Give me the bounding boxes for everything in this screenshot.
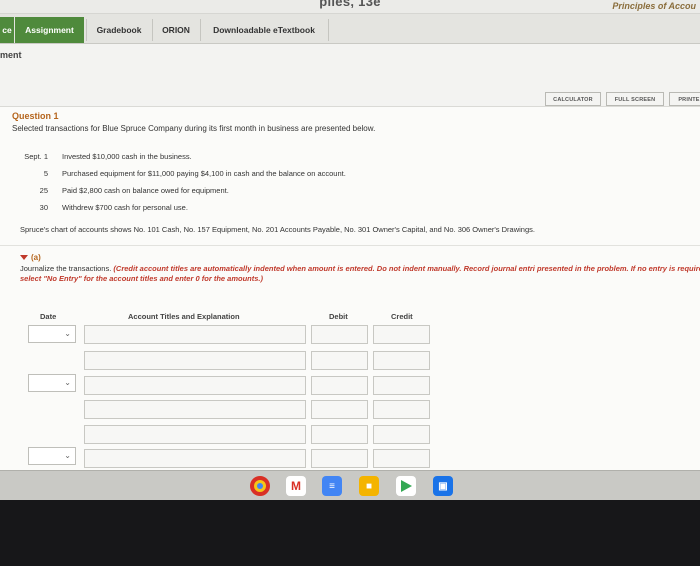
credit-input[interactable] xyxy=(373,325,430,344)
collapse-caret-icon xyxy=(20,255,28,261)
debit-input[interactable] xyxy=(311,449,368,468)
transaction-text: Purchased equipment for $11,000 paying $… xyxy=(62,169,346,178)
calculator-button[interactable]: CALCULATOR xyxy=(545,92,601,106)
chrome-icon[interactable] xyxy=(250,476,270,496)
account-title-input[interactable] xyxy=(84,425,306,444)
date-select[interactable]: ⌄ xyxy=(28,374,76,392)
debit-input[interactable] xyxy=(311,376,368,395)
question-panel: Question 1 Selected transactions for Blu… xyxy=(0,106,700,478)
nav-divider xyxy=(200,19,201,41)
browser-screen: piles, 13e Principles of Accou ce Assign… xyxy=(0,0,700,500)
question-title: Question 1 xyxy=(12,111,59,121)
part-a-instructions: Journalize the transactions. (Credit acc… xyxy=(20,264,700,283)
nav-divider xyxy=(152,19,153,41)
tab-gradebook[interactable]: Gradebook xyxy=(88,17,150,43)
chevron-down-icon: ⌄ xyxy=(64,451,71,460)
tab-orion[interactable]: ORION xyxy=(154,17,198,43)
transaction-date: 5 xyxy=(43,169,48,178)
part-a-toggle[interactable]: (a) xyxy=(20,253,41,262)
credit-input[interactable] xyxy=(373,376,430,395)
chevron-down-icon: ⌄ xyxy=(64,329,71,338)
play-store-icon[interactable] xyxy=(396,476,416,496)
account-title-input[interactable] xyxy=(84,449,306,468)
credit-input[interactable] xyxy=(373,400,430,419)
question-intro: Selected transactions for Blue Spruce Co… xyxy=(12,124,376,133)
credit-input[interactable] xyxy=(373,351,430,370)
os-taskbar: M ≡ ■ ▣ xyxy=(0,470,700,500)
tab-assignment[interactable]: Assignment xyxy=(15,17,84,43)
account-title-input[interactable] xyxy=(84,376,306,395)
tab-downloadable-etextbook[interactable]: Downloadable eTextbook xyxy=(202,17,326,43)
laptop-bezel xyxy=(0,500,700,566)
docs-icon[interactable]: ≡ xyxy=(322,476,342,496)
nav-divider xyxy=(328,19,329,41)
credit-input[interactable] xyxy=(373,449,430,468)
nav-divider xyxy=(86,19,87,41)
full-screen-button[interactable]: FULL SCREEN xyxy=(606,92,664,106)
debit-input[interactable] xyxy=(311,325,368,344)
date-select[interactable]: ⌄ xyxy=(28,447,76,465)
transaction-text: Paid $2,800 cash on balance owed for equ… xyxy=(62,186,229,195)
column-header-credit: Credit xyxy=(391,312,413,321)
transaction-text: Invested $10,000 cash in the business. xyxy=(62,152,192,161)
slides-icon[interactable]: ■ xyxy=(359,476,379,496)
tab-prev-stub[interactable]: ce xyxy=(0,17,14,43)
transaction-date: Sept. 1 xyxy=(24,152,48,161)
transaction-date: 25 xyxy=(39,186,48,195)
column-header-date: Date xyxy=(40,312,57,321)
date-select[interactable]: ⌄ xyxy=(28,325,76,343)
column-header-account: Account Titles and Explanation xyxy=(128,312,240,321)
chart-of-accounts-note: Spruce's chart of accounts shows No. 101… xyxy=(20,225,535,234)
debit-input[interactable] xyxy=(311,425,368,444)
print-button[interactable]: PRINTE xyxy=(669,92,700,106)
debit-input[interactable] xyxy=(311,400,368,419)
course-title: Principles of Accou xyxy=(612,1,696,11)
account-title-input[interactable] xyxy=(84,325,306,344)
gmail-icon[interactable]: M xyxy=(286,476,306,496)
chevron-down-icon: ⌄ xyxy=(64,378,71,387)
account-title-input[interactable] xyxy=(84,400,306,419)
transaction-text: Withdrew $700 cash for personal use. xyxy=(62,203,188,212)
files-icon[interactable]: ▣ xyxy=(433,476,453,496)
course-nav: ce Assignment Gradebook ORION Downloadab… xyxy=(0,14,700,44)
page-label: ment xyxy=(0,50,22,60)
book-title: piles, 13e xyxy=(319,0,381,9)
account-title-input[interactable] xyxy=(84,351,306,370)
credit-input[interactable] xyxy=(373,425,430,444)
debit-input[interactable] xyxy=(311,351,368,370)
book-title-strip: piles, 13e Principles of Accou xyxy=(0,0,700,14)
column-header-debit: Debit xyxy=(329,312,348,321)
transaction-date: 30 xyxy=(39,203,48,212)
section-divider xyxy=(0,245,700,246)
